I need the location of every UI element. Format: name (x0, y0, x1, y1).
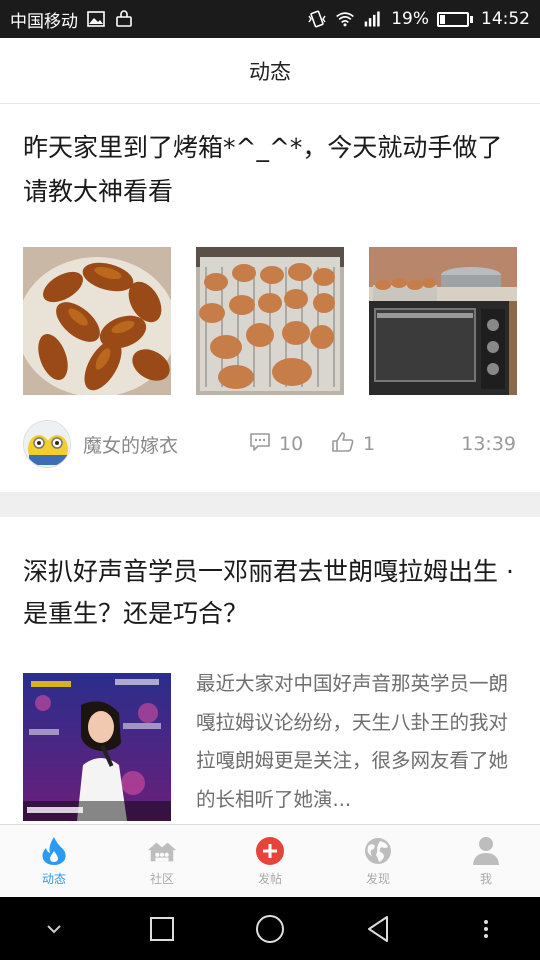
post-excerpt: 最近大家对中国好声音那英学员一朗嘎拉姆议论纷纷，天生八卦王的我对拉嘎朗姆更是关注… (196, 672, 509, 811)
bottom-tab-bar: 动态 社区 发帖 发现 我 (0, 824, 540, 897)
singer-video-thumbnail[interactable] (23, 673, 171, 821)
globe-icon (363, 836, 393, 866)
app-header: 动态 (0, 38, 540, 104)
community-icon (147, 836, 177, 866)
home-button[interactable] (240, 904, 300, 954)
feed-post[interactable]: 昨天家里到了烤箱*^_^*，今天就动手做了请教大神看看 魔女的嫁衣 10 1 1… (0, 104, 540, 492)
like-count[interactable]: 1 (331, 431, 375, 458)
image-notification-icon (86, 10, 106, 28)
system-nav-bar (0, 897, 540, 960)
more-vert-icon[interactable] (456, 904, 516, 954)
comment-count[interactable]: 10 (249, 432, 303, 457)
like-count-value: 1 (363, 433, 376, 455)
bag-notification-icon (114, 10, 134, 28)
oven-photo[interactable] (369, 247, 517, 395)
flame-icon (39, 836, 69, 866)
post-time: 13:39 (461, 433, 516, 455)
vibrate-icon (307, 10, 327, 28)
tab-label: 社区 (149, 871, 174, 886)
post-divider (0, 492, 540, 517)
chevron-down-icon[interactable] (24, 904, 84, 954)
person-icon (471, 836, 501, 866)
tab-label: 发帖 (257, 871, 282, 886)
post-title[interactable]: 昨天家里到了烤箱*^_^*，今天就动手做了请教大神看看 (23, 126, 518, 214)
feed-post[interactable]: 深扒好声音学员一邓丽君去世朗嘎拉姆出生 · 是重生？还是巧合？ 最近大家对中国好… (0, 517, 540, 824)
battery-percent: 19% (391, 9, 429, 29)
add-post-icon (255, 836, 285, 866)
recents-button[interactable] (132, 904, 192, 954)
tab-label: 我 (479, 871, 492, 886)
page-title: 动态 (249, 59, 291, 84)
back-button[interactable] (348, 904, 408, 954)
tab-faxian[interactable]: 发现 (324, 825, 432, 897)
wings-on-rack-photo[interactable] (196, 247, 344, 395)
carrier-label: 中国移动 (10, 11, 78, 32)
battery-icon (437, 11, 473, 27)
thumbs-up-icon (331, 431, 355, 458)
tab-fatie[interactable]: 发帖 (216, 825, 324, 897)
wifi-icon (335, 10, 355, 28)
post-title[interactable]: 深扒好声音学员一邓丽君去世朗嘎拉姆出生 · 是重生？还是巧合？ (23, 551, 518, 635)
post-author[interactable]: 魔女的嫁衣 (83, 431, 178, 458)
tab-dongtai[interactable]: 动态 (0, 825, 108, 897)
tab-label: 动态 (41, 871, 66, 886)
post-body[interactable]: 最近大家对中国好声音那英学员一朗嘎拉姆议论纷纷，天生八卦王的我对拉嘎朗姆更是关注… (23, 672, 518, 821)
tab-shequ[interactable]: 社区 (108, 825, 216, 897)
status-bar: 中国移动 19% 14:52 (0, 0, 540, 38)
roasted-chicken-wings-photo[interactable] (23, 247, 171, 395)
post-image-row (23, 247, 517, 395)
signal-icon (363, 10, 383, 28)
avatar[interactable] (23, 420, 71, 468)
comment-count-value: 10 (279, 433, 304, 455)
tab-label: 发现 (365, 871, 390, 886)
comment-icon (249, 432, 271, 457)
post-meta: 魔女的嫁衣 10 1 13:39 (23, 420, 516, 468)
feed[interactable]: 昨天家里到了烤箱*^_^*，今天就动手做了请教大神看看 魔女的嫁衣 10 1 1… (0, 104, 540, 824)
tab-wo[interactable]: 我 (432, 825, 540, 897)
clock: 14:52 (481, 9, 530, 29)
